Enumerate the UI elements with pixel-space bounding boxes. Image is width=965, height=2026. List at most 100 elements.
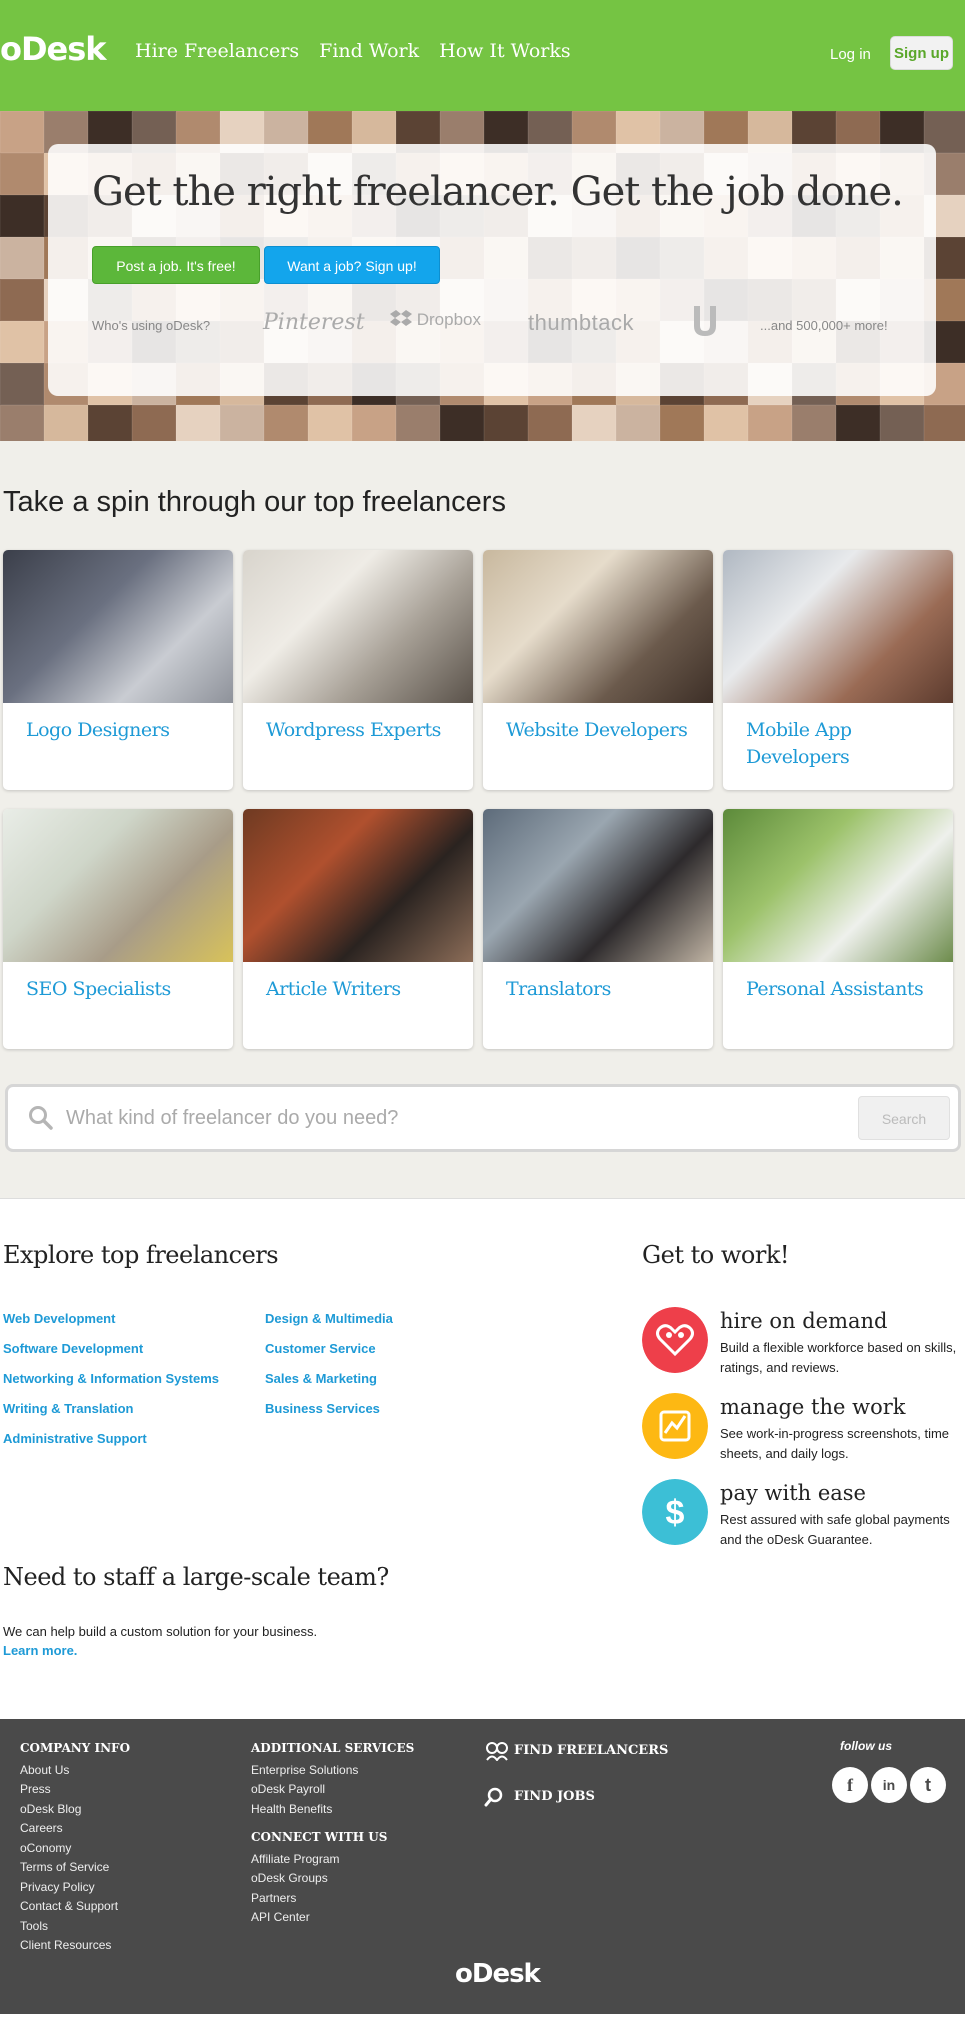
face-tile (0, 153, 44, 195)
tile-website-developers[interactable]: Website Developers (483, 550, 713, 790)
hire-on-demand-title: hire on demand (720, 1309, 888, 1333)
thumbtack-logo: thumbtack (528, 310, 634, 335)
footer-link-blog[interactable]: oDesk Blog (20, 1802, 81, 1816)
post-job-button[interactable]: Post a job. It's free! (92, 246, 260, 284)
footer-odesk-logo[interactable]: oDesk (455, 1959, 541, 1989)
hero-banner: Get the right freelancer. Get the job do… (0, 111, 965, 441)
search-input[interactable]: What kind of freelancer do you need? (66, 1107, 398, 1130)
pay-with-ease-desc: Rest assured with safe global payments a… (720, 1512, 950, 1547)
linkedin-icon[interactable]: in (871, 1767, 907, 1803)
tile-photo (483, 550, 713, 703)
freelancer-search-bar: What kind of freelancer do you need? Sea… (5, 1084, 961, 1152)
who-using-label: Who's using oDesk? (92, 318, 211, 333)
staff-title: Need to staff a large-scale team? (3, 1563, 389, 1591)
footer-link-affiliate[interactable]: Affiliate Program (251, 1852, 339, 1866)
odesk-logo[interactable]: oDesk (0, 30, 107, 68)
face-tile (0, 237, 44, 279)
manage-work-desc: See work-in-progress screenshots, time s… (720, 1426, 950, 1461)
face-tile (0, 405, 44, 441)
face-tile (0, 111, 44, 153)
facebook-icon[interactable]: f (832, 1767, 868, 1803)
tile-logo-designers[interactable]: Logo Designers (3, 550, 233, 790)
tile-label: Wordpress Experts (266, 719, 441, 741)
tile-label: Logo Designers (26, 719, 170, 741)
pinterest-logo: Pinterest (263, 310, 365, 335)
footer-link-careers[interactable]: Careers (20, 1821, 63, 1835)
footer-link-client-resources[interactable]: Client Resources (20, 1938, 111, 1952)
nav-find-work[interactable]: Find Work (319, 40, 419, 62)
tile-photo (243, 809, 473, 962)
face-tile (484, 405, 528, 441)
explore-title: Explore top freelancers (3, 1241, 279, 1269)
pay-with-ease-title: pay with ease (720, 1481, 866, 1505)
tile-wordpress-experts[interactable]: Wordpress Experts (243, 550, 473, 790)
tile-mobile-app-developers[interactable]: Mobile App Developers (723, 550, 953, 790)
footer-link-payroll[interactable]: oDesk Payroll (251, 1782, 325, 1796)
footer-link-tools[interactable]: Tools (20, 1919, 48, 1933)
hero-card: Get the right freelancer. Get the job do… (48, 144, 936, 396)
category-design-multimedia[interactable]: Design & Multimedia (265, 1311, 393, 1326)
face-tile (440, 405, 484, 441)
footer-link-terms[interactable]: Terms of Service (20, 1860, 109, 1874)
tile-label: SEO Specialists (26, 978, 171, 1000)
tile-seo-specialists[interactable]: SEO Specialists (3, 809, 233, 1049)
face-tile (0, 195, 44, 237)
tile-photo (723, 809, 953, 962)
manage-work-title: manage the work (720, 1395, 906, 1419)
face-tile (748, 405, 792, 441)
face-tile (396, 405, 440, 441)
tile-photo (483, 809, 713, 962)
learn-more-link[interactable]: Learn more. (3, 1643, 77, 1658)
tile-translators[interactable]: Translators (483, 809, 713, 1049)
tile-label: Mobile App Developers (746, 719, 852, 768)
footer-link-privacy[interactable]: Privacy Policy (20, 1880, 95, 1894)
twitter-icon[interactable]: t (910, 1767, 946, 1803)
find-jobs-search-icon (484, 1787, 503, 1807)
footer-link-api[interactable]: API Center (251, 1910, 310, 1924)
footer-link-partners[interactable]: Partners (251, 1891, 296, 1905)
category-sales-marketing[interactable]: Sales & Marketing (265, 1371, 377, 1386)
face-tile (88, 405, 132, 441)
category-software-development[interactable]: Software Development (3, 1341, 143, 1356)
tile-label: Translators (506, 978, 611, 1000)
search-button[interactable]: Search (858, 1096, 950, 1140)
page-bottom (0, 2014, 965, 2026)
footer-link-contact[interactable]: Contact & Support (20, 1899, 118, 1913)
top-header: oDesk Hire Freelancers Find Work How It … (0, 0, 965, 111)
footer-link-enterprise[interactable]: Enterprise Solutions (251, 1763, 358, 1777)
find-freelancers-link[interactable]: FIND FREELANCERS (514, 1743, 668, 1758)
category-administrative-support[interactable]: Administrative Support (3, 1431, 147, 1446)
tile-photo (243, 550, 473, 703)
additional-services-heading: ADDITIONAL SERVICES (251, 1741, 415, 1755)
face-tile (0, 279, 44, 321)
hero-title: Get the right freelancer. Get the job do… (92, 169, 904, 215)
nav-hire-freelancers[interactable]: Hire Freelancers (135, 40, 299, 62)
face-tile (924, 405, 965, 441)
face-tile (352, 405, 396, 441)
unilever-logo (694, 306, 716, 336)
face-tile (0, 363, 44, 405)
footer-link-about-us[interactable]: About Us (20, 1763, 69, 1777)
footer-link-oconomy[interactable]: oConomy (20, 1841, 71, 1855)
footer-link-press[interactable]: Press (20, 1782, 51, 1796)
manage-work-icon (642, 1393, 708, 1459)
tile-personal-assistants[interactable]: Personal Assistants (723, 809, 953, 1049)
category-networking[interactable]: Networking & Information Systems (3, 1371, 219, 1386)
login-link[interactable]: Log in (830, 46, 871, 63)
hire-on-demand-icon (642, 1307, 708, 1373)
category-web-development[interactable]: Web Development (3, 1311, 115, 1326)
dropbox-label: Dropbox (416, 310, 481, 329)
nav-how-it-works[interactable]: How It Works (439, 40, 571, 62)
footer-link-groups[interactable]: oDesk Groups (251, 1871, 328, 1885)
company-info-heading: COMPANY INFO (20, 1741, 131, 1755)
face-tile (704, 405, 748, 441)
category-customer-service[interactable]: Customer Service (265, 1341, 376, 1356)
face-tile (792, 405, 836, 441)
find-jobs-link[interactable]: FIND JOBS (514, 1789, 595, 1804)
tile-article-writers[interactable]: Article Writers (243, 809, 473, 1049)
signup-button[interactable]: Sign up (890, 36, 953, 70)
footer-link-health[interactable]: Health Benefits (251, 1802, 332, 1816)
want-job-button[interactable]: Want a job? Sign up! (264, 246, 440, 284)
category-business-services[interactable]: Business Services (265, 1401, 380, 1416)
category-writing-translation[interactable]: Writing & Translation (3, 1401, 134, 1416)
